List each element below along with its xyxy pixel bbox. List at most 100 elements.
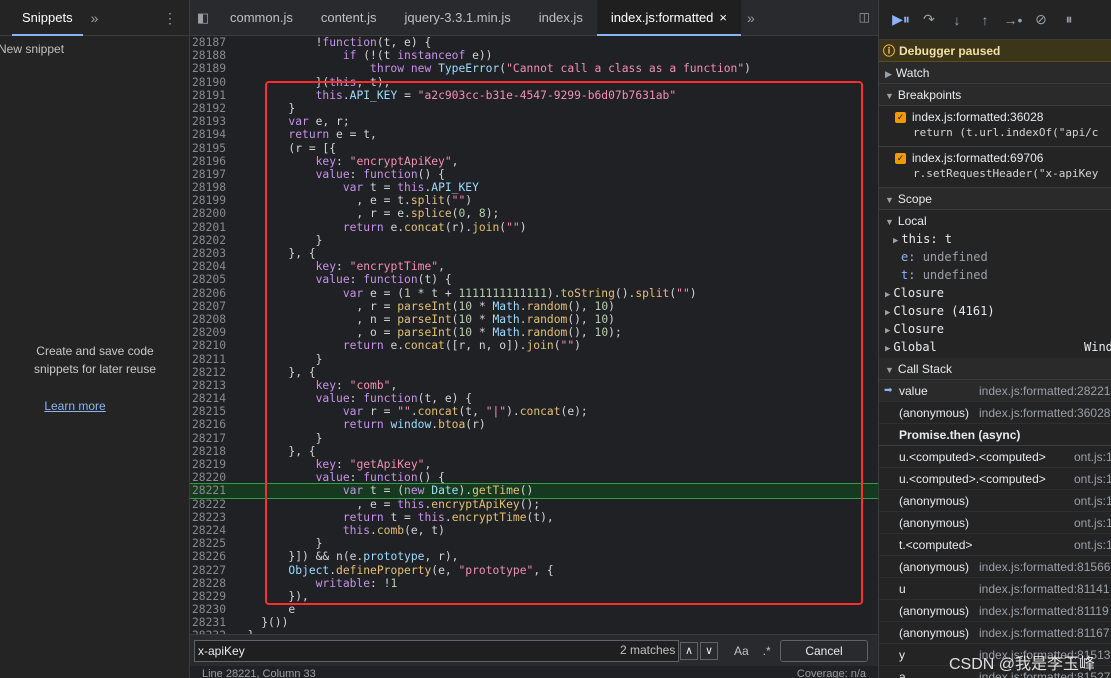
- call-frame[interactable]: u index.js:formatted:81141: [879, 578, 1111, 600]
- line-number[interactable]: 28194: [190, 128, 234, 141]
- call-frame[interactable]: (anonymous) index.js:formatted:81566: [879, 556, 1111, 578]
- code-line[interactable]: 28230 e: [190, 603, 878, 616]
- line-number[interactable]: 28202: [190, 234, 234, 247]
- code-line[interactable]: 28195 (r = [{: [190, 142, 878, 155]
- step-over-icon[interactable]: ↷: [915, 11, 943, 28]
- next-match-icon[interactable]: ∨: [700, 642, 718, 660]
- code-line[interactable]: 28208 , n = parseInt(10 * Math.random(),…: [190, 313, 878, 326]
- resume-icon[interactable]: ▶⏸: [887, 11, 915, 28]
- code-line[interactable]: 28204 key: "encryptTime",: [190, 260, 878, 273]
- code-line[interactable]: 28202 }: [190, 234, 878, 247]
- code-line[interactable]: 28196 key: "encryptApiKey",: [190, 155, 878, 168]
- code-line[interactable]: 28214 value: function(t, e) {: [190, 392, 878, 405]
- match-case-button[interactable]: Aa: [734, 644, 749, 658]
- line-number[interactable]: 28207: [190, 300, 234, 313]
- line-number[interactable]: 28221: [190, 484, 234, 497]
- line-number[interactable]: 28197: [190, 168, 234, 181]
- code-line[interactable]: 28218 }, {: [190, 445, 878, 458]
- code-line[interactable]: 28228 writable: !1: [190, 577, 878, 590]
- line-number[interactable]: 28205: [190, 273, 234, 286]
- checkbox-icon[interactable]: ✓: [895, 153, 906, 165]
- section-scope[interactable]: ▼ Scope: [879, 188, 1111, 210]
- line-number[interactable]: 28196: [190, 155, 234, 168]
- code-line[interactable]: 28217 }: [190, 432, 878, 445]
- line-number[interactable]: 28208: [190, 313, 234, 326]
- line-number[interactable]: 28209: [190, 326, 234, 339]
- code-line[interactable]: 28213 key: "comb",: [190, 379, 878, 392]
- line-number[interactable]: 28190: [190, 76, 234, 89]
- current-execution-line[interactable]: 28221 var t = (new Date).getTime(): [190, 483, 878, 499]
- step-out-icon[interactable]: ↑: [971, 12, 999, 28]
- line-number[interactable]: 28218: [190, 445, 234, 458]
- code-line[interactable]: 28194 return e = t,: [190, 128, 878, 141]
- scope-closure[interactable]: ▶ Closure: [879, 284, 1111, 302]
- section-call-stack[interactable]: ▼ Call Stack: [879, 358, 1111, 380]
- scope-this[interactable]: ▶ this: t: [879, 230, 1111, 248]
- code-line[interactable]: 28226 }]) && n(e.prototype, r),: [190, 550, 878, 563]
- line-number[interactable]: 28214: [190, 392, 234, 405]
- step-icon[interactable]: →•: [999, 12, 1027, 28]
- call-frame[interactable]: ➡ value index.js:formatted:28221: [879, 380, 1111, 402]
- line-number[interactable]: 28212: [190, 366, 234, 379]
- tab-index-js[interactable]: index.js: [525, 0, 597, 36]
- checkbox-icon[interactable]: ✓: [895, 112, 906, 124]
- code-line[interactable]: 28210 return e.concat([r, n, o]).join(""…: [190, 339, 878, 352]
- code-line[interactable]: 28205 value: function(t) {: [190, 273, 878, 286]
- code-line[interactable]: 28220 value: function() {: [190, 471, 878, 484]
- line-number[interactable]: 28228: [190, 577, 234, 590]
- tab-content-js[interactable]: content.js: [307, 0, 391, 36]
- code-line[interactable]: 28209 , o = parseInt(10 * Math.random(),…: [190, 326, 878, 339]
- tab-index-js-formatted[interactable]: index.js:formatted ×: [596, 0, 742, 36]
- scope-local[interactable]: ▼ Local: [879, 212, 1111, 230]
- line-number[interactable]: 28204: [190, 260, 234, 273]
- code-line[interactable]: 28200 , r = e.splice(0, 8);: [190, 207, 878, 220]
- line-number[interactable]: 28206: [190, 287, 234, 300]
- code-line[interactable]: 28189 throw new TypeError("Cannot call a…: [190, 62, 878, 75]
- breakpoint-item[interactable]: ✓ index.js:formatted:69706 r.setRequestHe…: [879, 147, 1111, 188]
- cancel-button[interactable]: Cancel: [780, 640, 868, 662]
- code-line[interactable]: 28212 }, {: [190, 366, 878, 379]
- kebab-menu-icon[interactable]: ⋮: [163, 10, 177, 27]
- code-line[interactable]: 28219 key: "getApiKey",: [190, 458, 878, 471]
- toggle-debugger-icon[interactable]: ◫: [859, 10, 870, 24]
- regex-button[interactable]: .*: [763, 644, 771, 658]
- new-snippet-button[interactable]: New snippet: [0, 42, 64, 56]
- line-number[interactable]: 28216: [190, 418, 234, 431]
- code-line[interactable]: 28187 !function(t, e) {: [190, 36, 878, 49]
- tab-jquery-js[interactable]: jquery-3.3.1.min.js: [391, 0, 525, 36]
- line-number[interactable]: 28188: [190, 49, 234, 62]
- line-number[interactable]: 28229: [190, 590, 234, 603]
- code-line[interactable]: 28192 }: [190, 102, 878, 115]
- call-frame[interactable]: (anonymous) ont.js:1: [879, 512, 1111, 534]
- call-frame[interactable]: (anonymous) index.js:formatted:81167: [879, 622, 1111, 644]
- line-number[interactable]: 28187: [190, 36, 234, 49]
- line-number[interactable]: 28199: [190, 194, 234, 207]
- code-line[interactable]: 28207 , r = parseInt(10 * Math.random(),…: [190, 300, 878, 313]
- code-line[interactable]: 28227 Object.defineProperty(e, "prototyp…: [190, 564, 878, 577]
- line-number[interactable]: 28222: [190, 498, 234, 511]
- deactivate-breakpoints-icon[interactable]: ⊘: [1027, 11, 1055, 28]
- pause-on-exceptions-icon[interactable]: ⏸: [1055, 11, 1083, 28]
- line-number[interactable]: 28226: [190, 550, 234, 563]
- scope-closure[interactable]: ▶ Closure (4161): [879, 302, 1111, 320]
- line-number[interactable]: 28189: [190, 62, 234, 75]
- code-line[interactable]: 28215 var r = "".concat(t, "|").concat(e…: [190, 405, 878, 418]
- call-frame[interactable]: (anonymous) index.js:formatted:81119: [879, 600, 1111, 622]
- line-number[interactable]: 28210: [190, 339, 234, 352]
- code-line[interactable]: 28201 return e.concat(r).join(""): [190, 221, 878, 234]
- close-icon[interactable]: ×: [719, 10, 727, 25]
- line-number[interactable]: 28191: [190, 89, 234, 102]
- line-number[interactable]: 28201: [190, 221, 234, 234]
- call-frame[interactable]: (anonymous) index.js:formatted:36028: [879, 402, 1111, 424]
- line-number[interactable]: 28231: [190, 616, 234, 629]
- line-number[interactable]: 28195: [190, 142, 234, 155]
- toggle-navigator-icon[interactable]: ◧: [190, 10, 216, 26]
- code-line[interactable]: 28188 if (!(t instanceof e)): [190, 49, 878, 62]
- call-frame[interactable]: t.<computed> ont.js:1: [879, 534, 1111, 556]
- code-line[interactable]: 28222 , e = this.encryptApiKey();: [190, 498, 878, 511]
- section-watch[interactable]: ▶ Watch: [879, 62, 1111, 84]
- overflow-tabs-icon[interactable]: »: [741, 10, 761, 26]
- more-tabs-icon[interactable]: »: [91, 10, 99, 26]
- code-line[interactable]: 28203 }, {: [190, 247, 878, 260]
- line-number[interactable]: 28215: [190, 405, 234, 418]
